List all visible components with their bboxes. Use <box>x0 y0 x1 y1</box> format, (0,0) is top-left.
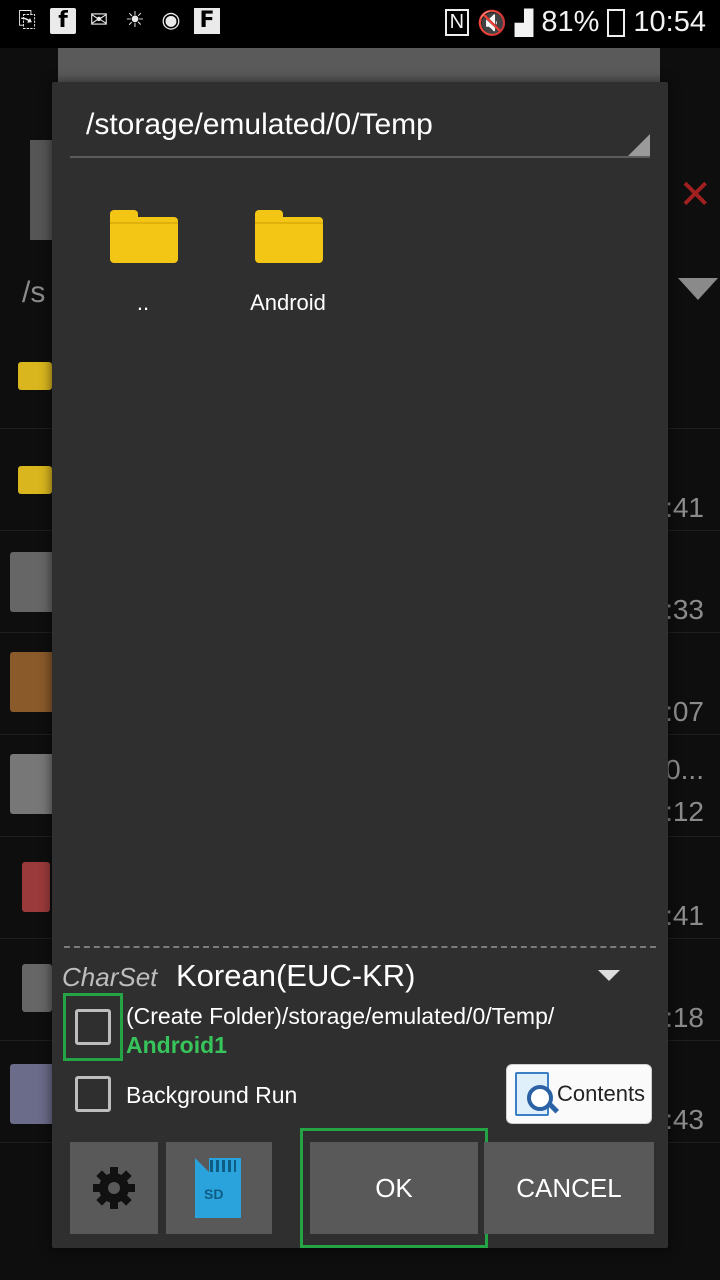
image-thumbnail <box>10 552 54 612</box>
chevron-down-icon[interactable] <box>598 970 620 981</box>
background-path: /s <box>22 276 46 309</box>
battery-icon <box>607 8 626 37</box>
image-thumbnail <box>10 1064 54 1124</box>
ok-button[interactable]: OK <box>310 1142 478 1234</box>
background-run-checkbox[interactable] <box>75 1076 111 1112</box>
background-time: :43 <box>665 1104 704 1135</box>
folder-icon <box>255 210 323 266</box>
ok-label: OK <box>375 1172 413 1203</box>
create-folder-path: (Create Folder)/storage/emulated/0/Temp/ <box>126 1003 555 1029</box>
flipboard-icon: F <box>194 8 220 34</box>
folder-icon <box>18 466 52 494</box>
contents-button[interactable]: Contents <box>506 1064 652 1124</box>
mute-icon: 🔇 <box>477 8 507 37</box>
clock: 10:54 <box>633 6 706 38</box>
settings-button[interactable] <box>70 1142 158 1234</box>
background-time: :41 <box>665 492 704 523</box>
image-thumbnail <box>10 652 54 712</box>
charset-select[interactable]: Korean(EUC-KR) <box>176 958 415 994</box>
image-thumbnail <box>10 754 54 814</box>
background-time: :41 <box>665 900 704 931</box>
background-run-label: Background Run <box>126 1082 298 1108</box>
charset-label: CharSet <box>62 962 158 992</box>
background-time: :33 <box>665 594 704 625</box>
download-icon: ⎘ <box>18 8 36 33</box>
file-icon <box>22 964 52 1012</box>
create-folder-checkbox[interactable] <box>75 1009 111 1045</box>
folder-item-android[interactable]: Android <box>233 210 343 340</box>
create-folder-name: Android1 <box>126 1032 227 1058</box>
weather-icon: ☀ <box>125 8 145 33</box>
folder-label: .. <box>136 290 150 315</box>
notification-icons: ⎘ f ✉ ☀ ◉ F <box>14 8 220 34</box>
system-icons: N 🔇 ▟ 81% 10:54 <box>444 6 706 39</box>
cancel-label: CANCEL <box>516 1172 622 1203</box>
cancel-button[interactable]: CANCEL <box>484 1142 654 1234</box>
sd-card-button[interactable]: SD <box>166 1142 272 1234</box>
folder-icon <box>18 362 52 390</box>
gear-icon <box>93 1167 135 1209</box>
folder-picker-dialog: /storage/emulated/0/Temp .. Android Char… <box>52 82 668 1248</box>
folder-item-parent[interactable]: .. <box>88 210 198 340</box>
contents-label: Contents <box>557 1081 646 1106</box>
background-thumb-top <box>30 140 54 240</box>
nfc-icon: N <box>444 9 470 36</box>
sd-card-icon: SD <box>166 1142 272 1234</box>
app-icon: ◉ <box>161 8 181 33</box>
signal-icon: ▟ <box>514 8 534 37</box>
dropdown-corner-icon <box>628 134 650 156</box>
background-time: 0... <box>665 754 704 785</box>
divider <box>64 946 656 948</box>
background-filter-icon <box>678 278 718 300</box>
folder-label: Android <box>250 290 326 315</box>
path-dropdown[interactable]: /storage/emulated/0/Temp <box>70 104 650 158</box>
zip-icon <box>22 862 50 912</box>
facebook-icon: f <box>50 8 76 34</box>
background-time: :12 <box>665 796 704 827</box>
sd-card-text: SD <box>204 1186 224 1202</box>
background-time: :18 <box>665 1002 704 1033</box>
background-close-icon: ✕ <box>678 173 712 217</box>
background-time: :07 <box>665 696 704 727</box>
gmail-icon: ✉ <box>89 8 109 33</box>
current-path: /storage/emulated/0/Temp <box>86 108 433 141</box>
folder-icon <box>110 210 178 266</box>
status-bar: ⎘ f ✉ ☀ ◉ F N 🔇 ▟ 81% 10:54 <box>0 0 720 48</box>
battery-percent: 81% <box>541 6 600 38</box>
